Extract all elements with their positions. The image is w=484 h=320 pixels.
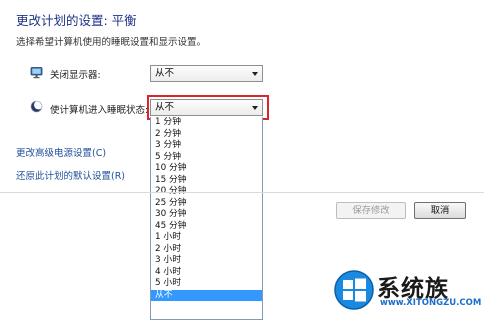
dropdown-option[interactable]: 45 分钟 [151,221,262,233]
sleep-label: 使计算机进入睡眠状态: [50,105,149,116]
monitor-icon [30,67,43,79]
chevron-down-icon [252,106,258,110]
chevron-down-icon [252,72,258,76]
dropdown-option[interactable]: 2 分钟 [151,129,262,141]
display-off-label: 关闭显示器: [50,70,101,81]
page-subtitle: 选择希望计算机使用的睡眠设置和显示设置。 [16,37,207,48]
dropdown-option[interactable]: 30 分钟 [151,209,262,221]
dropdown-option[interactable]: 2 小时 [151,244,262,256]
divider [0,192,484,193]
moon-icon [30,100,43,113]
dropdown-option[interactable]: 1 分钟 [151,117,262,129]
display-off-select[interactable]: 从不 [150,65,263,82]
dropdown-option[interactable]: 10 分钟 [151,163,262,175]
sleep-select[interactable]: 从不 [150,99,263,116]
watermark-url: www.XITONGZU.COM [380,298,482,308]
page-title: 更改计划的设置: 平衡 [16,13,137,28]
dropdown-option[interactable]: 4 小时 [151,267,262,279]
dropdown-option[interactable]: 15 分钟 [151,175,262,187]
restore-defaults-link[interactable]: 还原此计划的默认设置(R) [16,168,125,182]
sleep-value: 从不 [155,102,175,113]
dropdown-option[interactable]: 1 小时 [151,232,262,244]
windows-logo-icon [334,270,374,310]
display-off-value: 从不 [155,68,175,79]
cancel-button[interactable]: 取消 [414,202,466,219]
sleep-dropdown-list[interactable]: 1 分钟 2 分钟 3 分钟 5 分钟 10 分钟 15 分钟 20 分钟 25… [150,117,263,320]
dropdown-option-selected[interactable]: 从不 [151,289,262,301]
save-changes-button[interactable]: 保存修改 [336,202,406,219]
dropdown-option[interactable]: 3 小时 [151,255,262,267]
advanced-settings-link[interactable]: 更改高级电源设置(C) [16,145,106,159]
dropdown-option[interactable]: 25 分钟 [151,198,262,210]
dropdown-option[interactable]: 5 分钟 [151,152,262,164]
dropdown-option[interactable]: 3 分钟 [151,140,262,152]
dropdown-option[interactable]: 5 小时 [151,278,262,290]
